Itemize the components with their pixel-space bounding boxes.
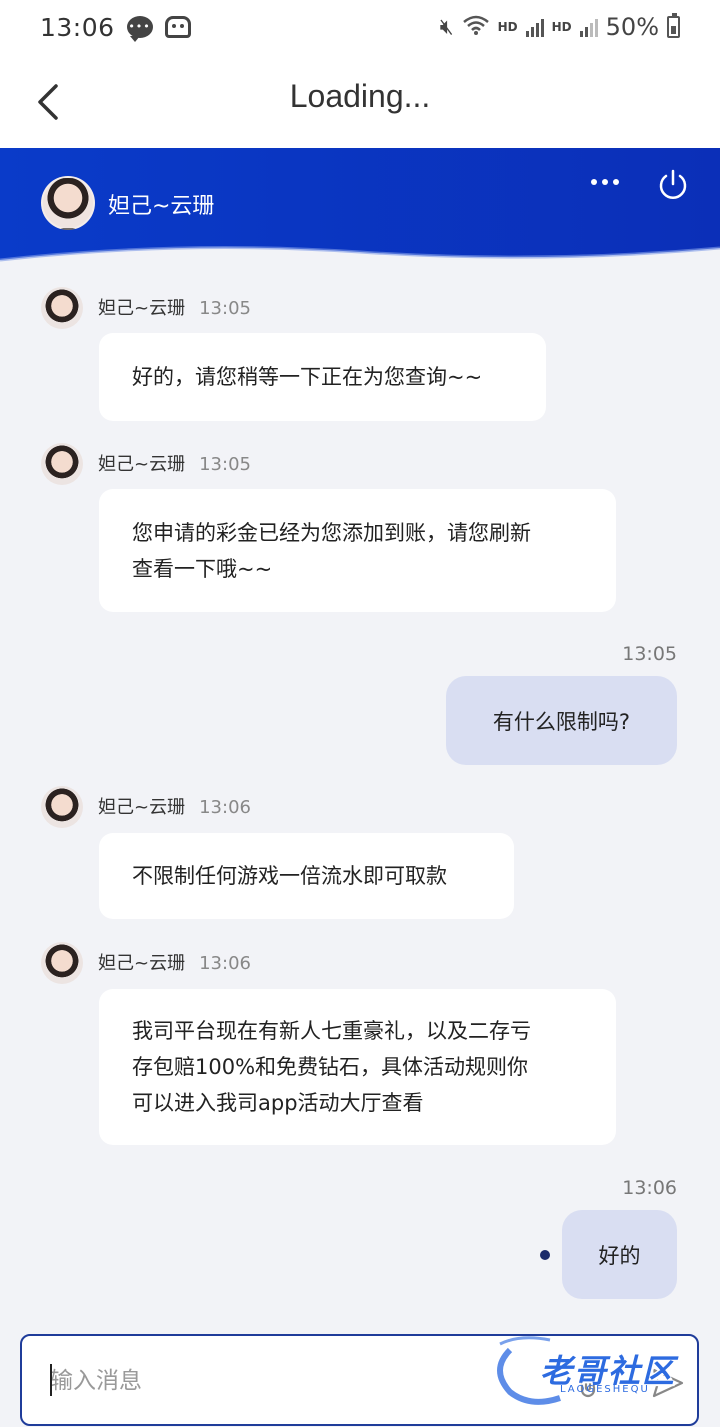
message-time: 13:05: [622, 643, 677, 665]
agent-avatar-small: [41, 287, 83, 329]
agent-name: 妲己~云珊: [108, 194, 215, 219]
message-text: 有什么限制吗?: [492, 709, 631, 734]
message-text: 好的: [598, 1243, 641, 1268]
message-input[interactable]: [50, 1360, 570, 1402]
status-bar: 13:06 ••• 🔇︎ HD HD 50%: [0, 0, 720, 54]
message-bubble: 我司平台现在有新人七重豪礼，以及二存亏 存包赔100%和免费钻石，具体活动规则你…: [99, 989, 616, 1145]
status-right: 🔇︎ HD HD 50%: [440, 13, 680, 41]
sender-info: 妲己~云珊 13:06: [98, 793, 251, 819]
message-text: 您申请的彩金已经为您添加到账，请您刷新: [132, 520, 531, 545]
sender-info: 妲己~云珊 13:05: [98, 450, 251, 476]
message-text: 不限制任何游戏一倍流水即可取款: [132, 864, 447, 888]
sender-name: 妲己~云珊: [98, 797, 186, 818]
header-wave-decoration: [0, 246, 720, 270]
page-title: Loading...: [289, 78, 431, 114]
more-options-button[interactable]: [588, 170, 622, 194]
mute-icon: 🔇︎: [439, 14, 454, 40]
chat-notification-icon: •••: [126, 16, 153, 42]
wifi-icon: [462, 14, 490, 41]
message-text: 好的，请您稍等一下正在为您查询~~: [132, 365, 483, 389]
sender-name: 妲己~云珊: [98, 454, 186, 475]
signal-strength-icon: [525, 17, 544, 37]
signal-strength-icon-2: [579, 17, 598, 37]
power-icon: [659, 169, 687, 199]
agent-avatar-small: [41, 786, 83, 828]
message-time: 13:05: [199, 298, 251, 319]
end-chat-button[interactable]: [656, 168, 690, 202]
sender-info: 妲己~云珊 13:05: [98, 294, 251, 320]
robot-notification-icon: [164, 16, 191, 38]
agent-avatar-small: [41, 942, 83, 984]
text-caret: [50, 1364, 52, 1396]
status-left: 13:06 •••: [40, 13, 191, 42]
message-text: 可以进入我司app活动大厅查看: [132, 1091, 424, 1115]
battery-percent: 50%: [605, 13, 659, 41]
network-type-label-2: HD: [551, 20, 572, 34]
agent-avatar-small: [41, 443, 83, 485]
sender-info: 妲己~云珊 13:06: [98, 949, 251, 975]
message-bubble: 好的，请您稍等一下正在为您查询~~: [99, 333, 546, 421]
message-text: 我司平台现在有新人七重豪礼，以及二存亏: [132, 1019, 531, 1043]
sender-name: 妲己~云珊: [98, 298, 186, 319]
message-text: 查看一下哦~~: [132, 556, 273, 581]
message-time: 13:06: [199, 797, 251, 818]
status-time: 13:06: [40, 12, 115, 42]
network-type-label: HD: [497, 20, 518, 34]
message-bubble: 不限制任何游戏一倍流水即可取款: [99, 833, 514, 919]
message-time: 13:06: [199, 953, 251, 974]
user-message-bubble: 有什么限制吗?: [446, 676, 677, 765]
sender-name: 妲己~云珊: [98, 953, 186, 974]
battery-icon: [667, 13, 680, 38]
message-time: 13:05: [199, 454, 251, 475]
app-bar: Loading...: [0, 54, 720, 148]
more-horizontal-icon: [591, 179, 619, 185]
watermark-subtext: LAOGESHEQU: [560, 1384, 650, 1395]
sending-status-indicator: [540, 1250, 550, 1260]
message-text: 存包赔100%和免费钻石，具体活动规则你: [132, 1055, 529, 1079]
message-bubble: 您申请的彩金已经为您添加到账，请您刷新 查看一下哦~~: [99, 489, 616, 612]
message-list[interactable]: 妲己~云珊 13:05 好的，请您稍等一下正在为您查询~~ 妲己~云珊 13:05 …: [0, 270, 720, 1330]
user-message-bubble: 好的: [562, 1210, 677, 1299]
agent-avatar: [41, 176, 95, 230]
chat-header: 妲己~云珊: [0, 148, 720, 270]
message-time: 13:06: [622, 1177, 677, 1199]
